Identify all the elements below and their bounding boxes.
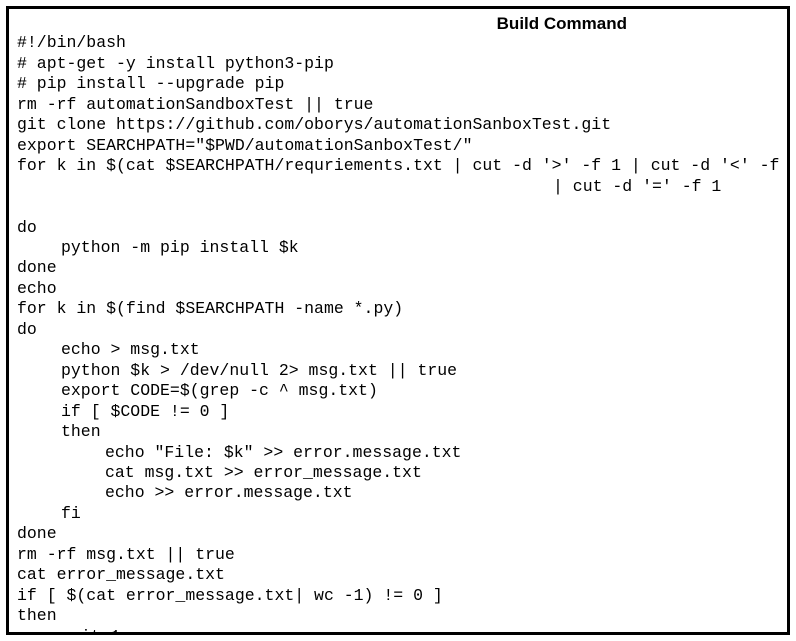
code-line: rm -rf automationSandboxTest || true	[17, 95, 373, 114]
code-line: done	[17, 524, 57, 543]
code-line: rm -rf msg.txt || true	[17, 545, 235, 564]
code-line: # apt-get -y install python3-pip	[17, 54, 334, 73]
code-line-continuation: | cut -d '=' -f 1	[17, 177, 779, 197]
code-line: if [ $CODE != 0 ]	[17, 402, 229, 421]
code-line: python -m pip install $k	[17, 238, 299, 257]
code-line: python $k > /dev/null 2> msg.txt || true	[17, 361, 457, 380]
code-line: echo	[17, 279, 57, 298]
code-line: done	[17, 258, 57, 277]
panel-title: Build Command	[497, 13, 627, 34]
code-frame: Build Command #!/bin/bash # apt-get -y i…	[6, 6, 790, 635]
code-line: export SEARCHPATH="$PWD/automationSanbox…	[17, 136, 472, 155]
code-line: # pip install --upgrade pip	[17, 74, 284, 93]
code-line: git clone https://github.com/oborys/auto…	[17, 115, 611, 134]
code-line: for k in $(cat $SEARCHPATH/requriements.…	[17, 156, 790, 175]
code-line: do	[17, 218, 37, 237]
code-line: fi	[17, 504, 81, 523]
code-line: exit 1	[17, 627, 120, 635]
code-line: export CODE=$(grep -c ^ msg.txt)	[17, 381, 378, 400]
code-line: then	[17, 422, 101, 441]
code-line: if [ $(cat error_message.txt| wc -1) != …	[17, 586, 443, 605]
code-line: echo >> error.message.txt	[17, 483, 353, 502]
code-line: echo > msg.txt	[17, 340, 200, 359]
code-block: #!/bin/bash # apt-get -y install python3…	[17, 13, 779, 635]
code-line: echo "File: $k" >> error.message.txt	[17, 443, 461, 462]
code-line: then	[17, 606, 57, 625]
code-line: do	[17, 320, 37, 339]
code-line: cat error_message.txt	[17, 565, 225, 584]
code-line: #!/bin/bash	[17, 33, 126, 52]
code-line: cat msg.txt >> error_message.txt	[17, 463, 422, 482]
code-line: for k in $(find $SEARCHPATH -name *.py)	[17, 299, 403, 318]
